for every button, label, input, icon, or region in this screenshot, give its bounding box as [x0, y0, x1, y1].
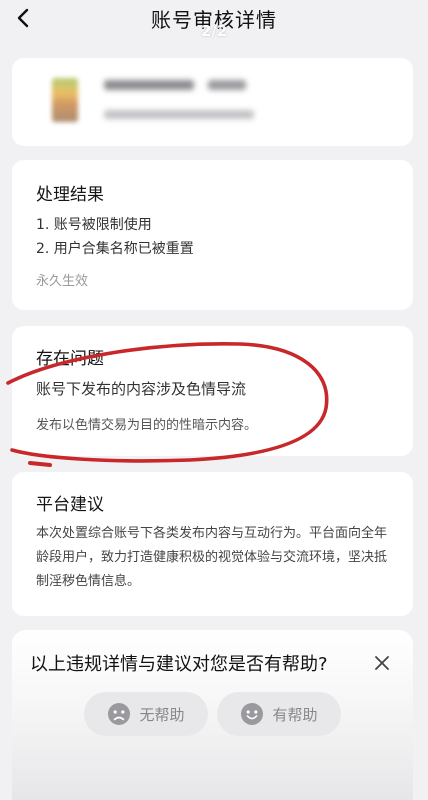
result-item-1: 1. 账号被限制使用	[36, 217, 152, 233]
blurred-account-name-suffix	[208, 80, 246, 90]
problem-summary: 账号下发布的内容涉及色情导流	[36, 380, 247, 398]
header-bar: 账号审核详情 2/2	[0, 0, 428, 50]
feedback-close-button[interactable]	[367, 648, 397, 678]
blurred-account-id	[104, 110, 254, 119]
page-indicator: 2/2	[200, 22, 228, 40]
result-title: 处理结果	[36, 185, 104, 205]
feedback-panel: 以上违规详情与建议对您是否有帮助? 无帮助 有帮助	[12, 630, 413, 800]
close-icon	[375, 656, 389, 670]
helpful-button[interactable]: 有帮助	[217, 692, 341, 736]
blurred-account-name	[104, 80, 194, 90]
no-help-label: 无帮助	[139, 705, 185, 724]
sad-face-icon	[108, 703, 131, 725]
happy-face-icon	[241, 703, 264, 725]
result-item-2: 2. 用户合集名称已被重置	[36, 241, 194, 257]
no-help-button[interactable]: 无帮助	[84, 692, 208, 736]
account-card	[12, 58, 413, 146]
advice-body: 本次处置综合账号下各类发布内容与互动行为。平台面向全年龄段用户，致力打造健康积极…	[36, 526, 388, 589]
result-card: 处理结果 1. 账号被限制使用 2. 用户合集名称已被重置 永久生效	[12, 160, 413, 310]
advice-card: 平台建议 本次处置综合账号下各类发布内容与互动行为。平台面向全年龄段用户，致力打…	[12, 472, 413, 616]
feedback-question: 以上违规详情与建议对您是否有帮助?	[30, 654, 328, 675]
problem-card: 存在问题 账号下发布的内容涉及色情导流 发布以色情交易为目的的性暗示内容。	[12, 326, 413, 456]
problem-detail: 发布以色情交易为目的的性暗示内容。	[36, 418, 258, 433]
advice-title: 平台建议	[36, 495, 104, 515]
problem-title: 存在问题	[36, 349, 104, 369]
avatar	[52, 78, 78, 122]
result-duration: 永久生效	[36, 274, 89, 289]
helpful-label: 有帮助	[272, 705, 318, 724]
